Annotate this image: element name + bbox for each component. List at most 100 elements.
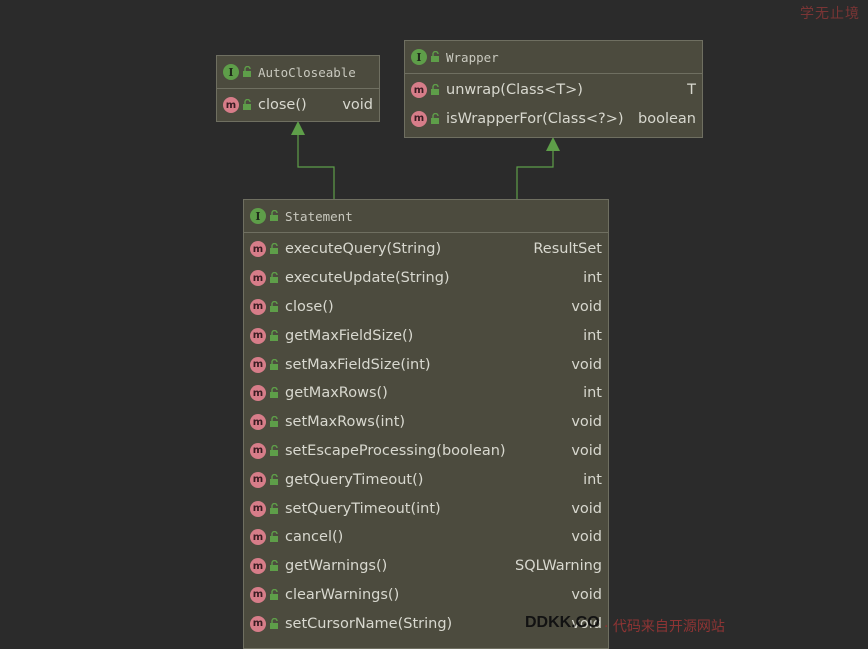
method-return-type: void	[571, 414, 602, 431]
class-title: Wrapper	[446, 49, 499, 65]
method-icon: m	[250, 500, 266, 517]
method-icon: m	[250, 558, 266, 575]
method-row[interactable]: m executeUpdate(String) int	[244, 264, 608, 293]
unlock-icon	[431, 112, 439, 124]
unlock-icon	[270, 358, 278, 370]
method-icon: m	[250, 586, 266, 603]
method-row[interactable]: m getWarnings() SQLWarning	[244, 552, 608, 581]
method-name: getMaxFieldSize()	[285, 327, 414, 344]
method-icon: m	[250, 298, 266, 315]
unlock-icon	[270, 560, 278, 572]
watermark-top-right: 学无止境	[800, 6, 860, 22]
uml-class-statement[interactable]: I Statement m executeQuery(String) ResultS…	[243, 199, 609, 649]
method-return-type: void	[571, 586, 602, 603]
unlock-icon	[270, 531, 278, 543]
method-icon: m	[250, 385, 266, 402]
method-name: isWrapperFor(Class<?>)	[446, 110, 624, 127]
interface-icon: I	[250, 208, 266, 224]
class-title: AutoCloseable	[258, 64, 356, 80]
unlock-icon	[270, 588, 278, 600]
method-return-type: void	[571, 298, 602, 315]
unlock-icon	[270, 329, 278, 341]
method-icon: m	[250, 471, 266, 488]
method-name: executeQuery(String)	[285, 241, 442, 258]
unlock-icon	[270, 300, 278, 312]
method-return-type: boolean	[638, 110, 696, 127]
class-title: Statement	[285, 208, 353, 224]
method-name: setCursorName(String)	[285, 615, 453, 632]
method-icon: m	[411, 110, 427, 127]
method-return-type: int	[583, 385, 602, 402]
method-icon: m	[250, 241, 266, 258]
uml-class-wrapper[interactable]: I Wrapper m unwrap(Class<T>) T m isWrapp…	[404, 40, 703, 138]
method-return-type: void	[571, 529, 602, 546]
method-return-type: void	[571, 442, 602, 459]
method-icon: m	[250, 414, 266, 431]
method-row[interactable]: m isWrapperFor(Class<?>) boolean	[405, 104, 702, 133]
method-row[interactable]: m setEscapeProcessing(boolean) void	[244, 437, 608, 466]
method-return-type: T	[687, 82, 696, 98]
method-name: setMaxFieldSize(int)	[285, 356, 431, 373]
unlock-icon	[270, 502, 278, 514]
watermark-logo: DDKK.CO	[525, 614, 600, 631]
unlock-icon	[270, 444, 278, 456]
method-name: cancel()	[285, 529, 344, 546]
unlock-icon	[243, 66, 251, 77]
class-header: I Statement	[244, 200, 608, 233]
method-name: close()	[258, 97, 307, 113]
method-row[interactable]: m executeQuery(String) ResultSet	[244, 235, 608, 264]
method-icon: m	[250, 442, 266, 459]
method-row[interactable]: m close() void	[244, 293, 608, 322]
method-icon: m	[411, 82, 427, 98]
method-name: unwrap(Class<T>)	[446, 82, 583, 98]
connector-statement-to-wrapper	[516, 149, 554, 199]
method-name: getWarnings()	[285, 558, 388, 575]
method-row[interactable]: m close() void	[217, 89, 379, 121]
class-header: I AutoCloseable	[217, 56, 379, 89]
method-name: clearWarnings()	[285, 586, 400, 603]
method-return-type: void	[571, 500, 602, 517]
method-row[interactable]: m getMaxFieldSize() int	[244, 321, 608, 350]
method-return-type: ResultSet	[533, 241, 602, 258]
method-name: setMaxRows(int)	[285, 414, 406, 431]
uml-class-autocloseable[interactable]: I AutoCloseable m close() void	[216, 55, 380, 122]
unlock-icon	[270, 473, 278, 485]
watermark-text: · 代码来自开源网站	[604, 619, 725, 635]
method-return-type: int	[583, 270, 602, 287]
method-name: getMaxRows()	[285, 385, 388, 402]
method-name: setEscapeProcessing(boolean)	[285, 442, 506, 459]
method-row[interactable]: m unwrap(Class<T>) T	[405, 74, 702, 104]
method-icon: m	[250, 615, 266, 632]
method-return-type: int	[583, 471, 602, 488]
method-row[interactable]: m setQueryTimeout(int) void	[244, 494, 608, 523]
method-icon: m	[250, 356, 266, 373]
arrowhead-wrapper	[546, 137, 560, 151]
method-name: executeUpdate(String)	[285, 270, 450, 287]
unlock-icon	[431, 51, 439, 62]
interface-icon: I	[411, 49, 427, 65]
method-name: close()	[285, 298, 334, 315]
connector-statement-to-autocloseable	[297, 133, 335, 199]
method-row[interactable]: m getQueryTimeout() int	[244, 465, 608, 494]
class-header: I Wrapper	[405, 41, 702, 74]
unlock-icon	[270, 272, 278, 284]
method-icon: m	[250, 270, 266, 287]
unlock-icon	[270, 416, 278, 428]
unlock-icon	[243, 99, 251, 110]
unlock-icon	[431, 84, 439, 95]
arrowhead-autocloseable	[291, 121, 305, 135]
method-list: m executeQuery(String) ResultSet m executeUp…	[244, 233, 608, 638]
method-return-type: void	[342, 97, 373, 113]
method-row[interactable]: m getMaxRows() int	[244, 379, 608, 408]
method-return-type: int	[583, 327, 602, 344]
method-icon: m	[250, 327, 266, 344]
method-row[interactable]: m clearWarnings() void	[244, 581, 608, 610]
method-name: setQueryTimeout(int)	[285, 500, 441, 517]
method-icon: m	[223, 97, 239, 113]
interface-icon: I	[223, 64, 239, 80]
unlock-icon	[270, 617, 278, 629]
method-icon: m	[250, 529, 266, 546]
method-row[interactable]: m cancel() void	[244, 523, 608, 552]
method-row[interactable]: m setMaxRows(int) void	[244, 408, 608, 437]
method-row[interactable]: m setMaxFieldSize(int) void	[244, 350, 608, 379]
